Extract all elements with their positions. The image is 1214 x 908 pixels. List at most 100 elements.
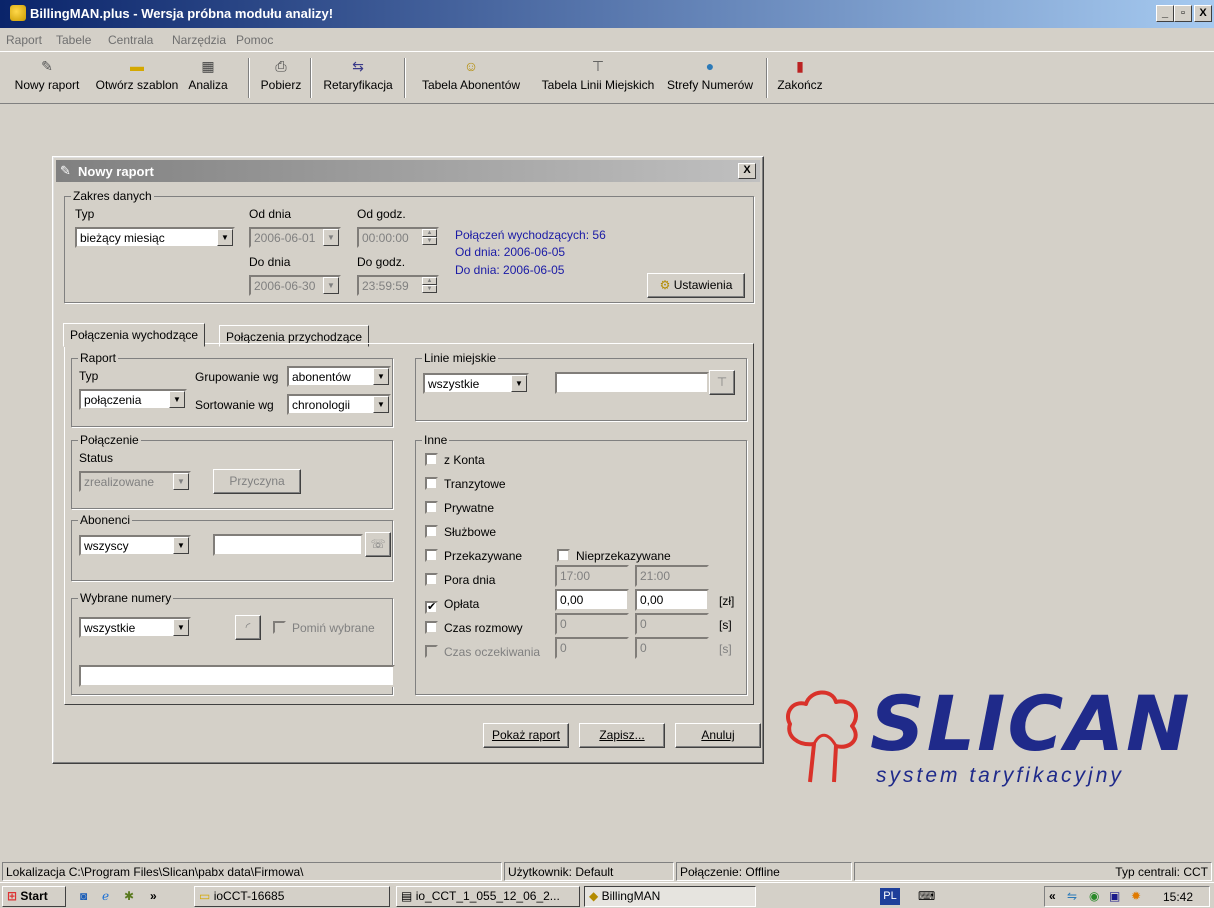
- toolbar-separator: [248, 58, 250, 98]
- selected-numbers-input[interactable]: [79, 665, 395, 687]
- status-connection: Połączenie: Offline: [676, 862, 852, 881]
- save-button[interactable]: Zapisz...: [579, 723, 665, 748]
- to-day-picker[interactable]: 2006-06-30 ▼: [249, 275, 341, 296]
- sun-icon[interactable]: ✹: [1131, 889, 1141, 903]
- number-zones-button[interactable]: ● Strefy Numerów: [664, 56, 756, 100]
- analysis-button[interactable]: ▦ Analiza: [180, 56, 236, 100]
- taskbar: ⊞ Start ◙ ℯ ✱ » ▭ ioCCT-16685 ▤ io_CCT_1…: [0, 882, 1214, 908]
- city-lines-input[interactable]: [555, 372, 709, 394]
- group-by-select[interactable]: abonentów ▼: [287, 366, 391, 387]
- from-day-picker[interactable]: 2006-06-01 ▼: [249, 227, 341, 248]
- forwarded-checkbox[interactable]: Przekazywane: [425, 549, 522, 563]
- from-time-spinner[interactable]: 00:00:00 ▲ ▼: [357, 227, 439, 248]
- chevron-down-icon: ▼: [169, 391, 185, 408]
- exit-door-icon: ▮: [796, 58, 804, 74]
- business-checkbox[interactable]: Służbowe: [425, 525, 496, 539]
- info-from-day: Od dnia: 2006-06-05: [455, 245, 566, 259]
- open-template-button[interactable]: ▬ Otwórz szablon: [94, 56, 180, 100]
- cancel-button[interactable]: Anuluj: [675, 723, 761, 748]
- tray-expand[interactable]: «: [1049, 889, 1056, 903]
- retarification-button[interactable]: ⇆ Retaryfikacja: [316, 56, 400, 100]
- range-type-select[interactable]: bieżący miesiąc ▼: [75, 227, 235, 248]
- selected-numbers-legend: Wybrane numery: [80, 591, 172, 605]
- quicklaunch-more[interactable]: »: [150, 889, 157, 903]
- checkbox-box: [557, 549, 570, 562]
- checkbox-box: [425, 501, 438, 514]
- subscribers-legend: Abonenci: [80, 513, 131, 527]
- fetch-button[interactable]: ⎙ Pobierz: [254, 56, 308, 100]
- reason-button[interactable]: Przyczyna: [213, 469, 301, 494]
- task-billingman[interactable]: ◆ BillingMAN: [584, 886, 756, 907]
- time-of-day-to-input[interactable]: 21:00: [635, 565, 709, 587]
- call-time-checkbox[interactable]: Czas rozmowy: [425, 621, 523, 635]
- to-time-spinner[interactable]: 23:59:59 ▲ ▼: [357, 275, 439, 296]
- settings-button[interactable]: ⚙ Ustawienia: [647, 273, 745, 298]
- call-time-from-input[interactable]: 0: [555, 613, 629, 635]
- chevron-down-icon: ▼: [217, 229, 233, 246]
- show-report-button[interactable]: Pokaż raport: [483, 723, 569, 748]
- tray-app-icon[interactable]: ◉: [1089, 889, 1099, 903]
- report-type-label: Typ: [79, 369, 99, 383]
- status-select[interactable]: zrealizowane ▼: [79, 471, 191, 492]
- language-indicator[interactable]: PL: [880, 888, 900, 905]
- data-range-legend: Zakres danych: [73, 189, 152, 203]
- subscribers-table-button[interactable]: ☺ Tabela Abonentów: [410, 56, 532, 100]
- dialog-close-button[interactable]: X: [738, 163, 756, 179]
- fee-checkbox[interactable]: ✔ Opłata: [425, 597, 479, 614]
- subscribers-input[interactable]: [213, 534, 363, 556]
- tab-outgoing-calls[interactable]: Połączenia wychodzące: [63, 323, 206, 347]
- checkbox-box: [425, 453, 438, 466]
- checkbox-box: [425, 477, 438, 490]
- chevron-down-icon: ▼: [373, 396, 389, 413]
- monitor-icon[interactable]: ▣: [1109, 889, 1120, 903]
- windows-logo-icon: ⊞: [7, 889, 18, 903]
- time-of-day-from-input[interactable]: 17:00: [555, 565, 629, 587]
- keyboard-icon[interactable]: ⌨: [918, 889, 935, 903]
- task-io-cct-file[interactable]: ▤ io_CCT_1_055_12_06_2...: [396, 886, 580, 907]
- report-type-select[interactable]: połączenia ▼: [79, 389, 187, 410]
- city-lines-table-button[interactable]: ⊤ Tabela Linii Miejskich: [536, 56, 660, 100]
- wait-time-checkbox[interactable]: Czas oczekiwania: [425, 645, 540, 659]
- not-forwarded-checkbox[interactable]: Nieprzekazywane: [557, 549, 671, 563]
- skip-selected-checkbox[interactable]: Pomiń wybrane: [273, 621, 375, 635]
- app-quicklaunch-icon[interactable]: ✱: [124, 889, 134, 903]
- fee-from-input[interactable]: 0,00: [555, 589, 629, 611]
- city-lines-select[interactable]: wszystkie ▼: [423, 373, 529, 394]
- new-report-button[interactable]: ✎ Nowy raport: [4, 56, 90, 100]
- wait-time-from-input[interactable]: 0: [555, 637, 629, 659]
- menu-tabele[interactable]: Tabele: [56, 33, 91, 47]
- exit-button[interactable]: ▮ Zakończ: [772, 56, 828, 100]
- show-desktop-icon[interactable]: ◙: [80, 889, 87, 903]
- minimize-button[interactable]: _: [1156, 5, 1174, 22]
- status-location: Lokalizacja C:\Program Files\Slican\pabx…: [2, 862, 502, 881]
- start-button[interactable]: ⊞ Start: [2, 886, 66, 907]
- subscribers-select[interactable]: wszyscy ▼: [79, 535, 191, 556]
- private-checkbox[interactable]: Prywatne: [425, 501, 494, 515]
- city-lines-picker-button[interactable]: ⊤: [709, 370, 735, 395]
- settings-icon: ⚙: [659, 278, 671, 292]
- subscribers-icon: ☺: [463, 58, 479, 74]
- menu-raport[interactable]: Raport: [6, 33, 42, 47]
- chevron-down-icon: ▼: [173, 473, 189, 490]
- menu-pomoc[interactable]: Pomoc: [236, 33, 273, 47]
- selected-numbers-select[interactable]: wszystkie ▼: [79, 617, 191, 638]
- menu-centrala[interactable]: Centrala: [108, 33, 153, 47]
- subscribers-picker-button[interactable]: ☏: [365, 532, 391, 557]
- call-time-to-input[interactable]: 0: [635, 613, 709, 635]
- sort-by-select[interactable]: chronologii ▼: [287, 394, 391, 415]
- wait-time-to-input[interactable]: 0: [635, 637, 709, 659]
- selected-numbers-picker-button[interactable]: ◜: [235, 615, 261, 640]
- chevron-down-icon: ▼: [511, 375, 527, 392]
- network-icon[interactable]: ⇋: [1067, 889, 1077, 903]
- checkbox-box: [425, 645, 438, 658]
- time-of-day-checkbox[interactable]: Pora dnia: [425, 573, 495, 587]
- menu-narzedzia[interactable]: Narzędzia: [172, 33, 226, 47]
- maximize-button[interactable]: ▫: [1174, 5, 1192, 22]
- task-ioCCT[interactable]: ▭ ioCCT-16685: [194, 886, 390, 907]
- from-account-checkbox[interactable]: z Konta: [425, 453, 485, 467]
- fee-to-input[interactable]: 0,00: [635, 589, 709, 611]
- internet-explorer-icon[interactable]: ℯ: [102, 889, 109, 903]
- close-button[interactable]: X: [1194, 5, 1212, 22]
- transit-checkbox[interactable]: Tranzytowe: [425, 477, 506, 491]
- analysis-icon: ▦: [201, 58, 215, 74]
